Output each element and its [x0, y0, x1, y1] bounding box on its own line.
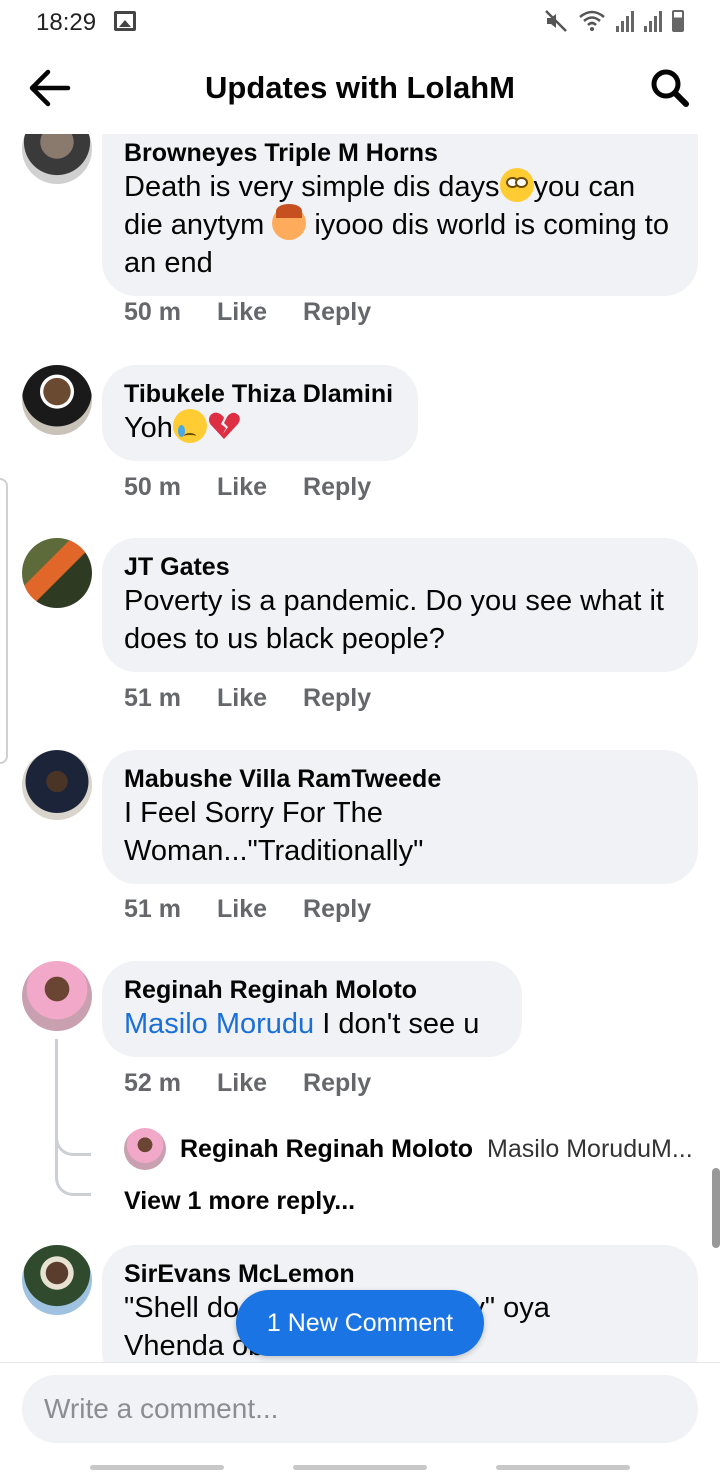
comment-author[interactable]: JT Gates: [124, 552, 676, 582]
reply-author[interactable]: Reginah Reginah Moloto: [180, 1135, 473, 1164]
comment-actions: 52 m Like Reply: [124, 1069, 371, 1098]
like-button[interactable]: Like: [217, 684, 267, 713]
comment-text-part: I don't see u: [314, 1008, 480, 1040]
person-emoji-icon: [272, 204, 307, 240]
comment-author[interactable]: Tibukele Thiza Dlamini: [124, 379, 396, 409]
reply-button[interactable]: Reply: [303, 1069, 371, 1098]
comment-time[interactable]: 52 m: [124, 1069, 181, 1098]
comment-text-part: "Shell do: [124, 1292, 240, 1324]
comment-time[interactable]: 50 m: [124, 473, 181, 502]
mute-icon: [545, 10, 567, 32]
crying-emoji-icon: [172, 409, 207, 443]
search-button[interactable]: [646, 64, 694, 112]
navigation-bar: [0, 1465, 720, 1470]
rolling-eyes-emoji-icon: [499, 168, 534, 202]
comment-actions: 50 m Like Reply: [124, 298, 371, 327]
reply-button[interactable]: Reply: [303, 684, 371, 713]
like-button[interactable]: Like: [217, 473, 267, 502]
page-title: Updates with LolahM: [205, 70, 515, 105]
comment-text-part: Death is very simple dis days: [124, 171, 500, 203]
comment-text-part: Yoh: [124, 412, 173, 444]
comment-actions: 51 m Like Reply: [124, 895, 371, 924]
comment-bubble: Reginah Reginah Moloto Masilo Morudu I d…: [102, 961, 522, 1057]
comment-input[interactable]: [22, 1375, 698, 1443]
thread-line: [55, 1039, 58, 1139]
comment-text: Death is very simple dis days you can die…: [124, 168, 676, 282]
signal-icon-2: [644, 10, 662, 32]
avatar[interactable]: [22, 961, 92, 1031]
like-button[interactable]: Like: [217, 895, 267, 924]
comment-author[interactable]: Mabushe Villa RamTweede: [124, 764, 676, 794]
avatar[interactable]: [22, 365, 92, 435]
reply-button[interactable]: Reply: [303, 298, 371, 327]
comment-composer: [0, 1362, 720, 1480]
reply-avatar[interactable]: [124, 1128, 166, 1170]
nav-home-button[interactable]: [293, 1465, 427, 1470]
thread-connector: [55, 1176, 91, 1196]
comments-feed[interactable]: Browneyes Triple M Horns Death is very s…: [0, 134, 720, 1362]
comment-text: I Feel Sorry For The Woman..."Traditiona…: [124, 797, 424, 867]
signal-icon: [616, 10, 634, 32]
comment-bubble: Mabushe Villa RamTweede I Feel Sorry For…: [102, 750, 698, 884]
side-panel-handle[interactable]: [0, 478, 8, 764]
reply-button[interactable]: Reply: [303, 895, 371, 924]
status-time: 18:29: [36, 9, 97, 36]
comment-bubble: JT Gates Poverty is a pandemic. Do you s…: [102, 538, 698, 672]
comment-author[interactable]: SirEvans McLemon: [124, 1259, 676, 1289]
avatar[interactable]: [22, 1245, 92, 1315]
status-bar: 18:29: [0, 0, 720, 44]
comment-time[interactable]: 51 m: [124, 895, 181, 924]
status-icons: [544, 8, 684, 34]
comment-text: Poverty is a pandemic. Do you see what i…: [124, 585, 664, 655]
comment-actions: 51 m Like Reply: [124, 684, 371, 713]
search-icon: [651, 69, 689, 107]
reply-text: Masilo MoruduM...: [487, 1134, 693, 1163]
comment-time[interactable]: 51 m: [124, 684, 181, 713]
comment-author[interactable]: Browneyes Triple M Horns: [124, 138, 676, 168]
gallery-icon: [114, 11, 136, 31]
comment-bubble: Browneyes Triple M Horns Death is very s…: [102, 134, 698, 296]
nav-recents-button[interactable]: [90, 1465, 224, 1470]
wifi-icon: [579, 10, 605, 31]
header: Updates with LolahM: [0, 44, 720, 134]
avatar[interactable]: [22, 750, 92, 820]
like-button[interactable]: Like: [217, 298, 267, 327]
like-button[interactable]: Like: [217, 1069, 267, 1098]
thread-connector: [55, 1136, 91, 1156]
reply-button[interactable]: Reply: [303, 473, 371, 502]
comment-text: Masilo Morudu I don't see u: [124, 1005, 500, 1043]
scrollbar[interactable]: [712, 1168, 720, 1248]
view-more-replies-link[interactable]: View 1 more reply...: [124, 1187, 355, 1216]
comment-text: Yoh: [124, 409, 396, 447]
mention-link[interactable]: Masilo Morudu: [124, 1008, 314, 1040]
broken-heart-icon: [207, 409, 241, 443]
reply-preview[interactable]: Reginah Reginah Moloto Masilo MoruduM...: [124, 1128, 694, 1170]
new-comment-button[interactable]: 1 New Comment: [236, 1290, 484, 1356]
thread-line: [55, 1139, 58, 1179]
comment-time[interactable]: 50 m: [124, 298, 181, 327]
avatar[interactable]: [22, 538, 92, 608]
comment-actions: 50 m Like Reply: [124, 473, 371, 502]
comment-bubble: Tibukele Thiza Dlamini Yoh: [102, 365, 418, 461]
comment-author[interactable]: Reginah Reginah Moloto: [124, 975, 500, 1005]
battery-icon: [672, 10, 684, 32]
nav-back-button[interactable]: [496, 1465, 630, 1470]
avatar[interactable]: [22, 134, 92, 184]
